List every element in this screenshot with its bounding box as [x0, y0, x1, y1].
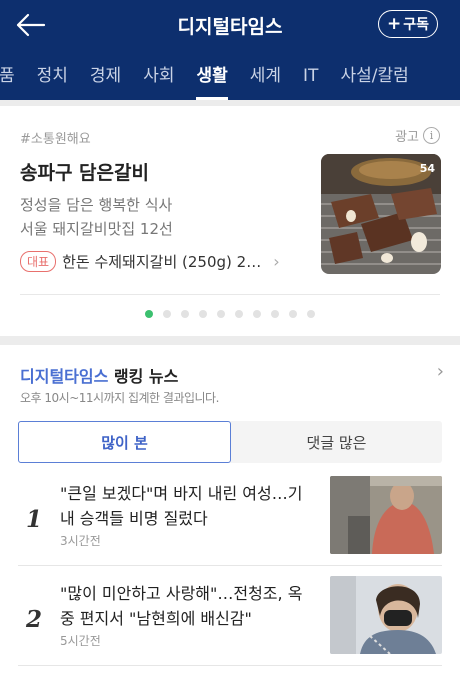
ad-title[interactable]: 송파구 담은갈비 — [20, 158, 149, 185]
carousel-dot[interactable] — [217, 310, 225, 318]
info-icon[interactable]: i — [423, 127, 440, 144]
carousel-indicator — [0, 310, 460, 318]
app-header: 디지털타임스 + 구독 — [0, 0, 460, 52]
news-item[interactable]: 2 "많이 미안하고 사랑해"…전청조, 옥 중 편지서 "남현희에 배신감" … — [18, 576, 442, 662]
subscribe-label: 구독 — [403, 17, 429, 33]
representative-badge: 대표 — [20, 251, 57, 272]
ad-product-name: 한돈 수제돼지갈비 (250g) 2… — [62, 253, 262, 271]
category-nav: 품 정치 경제 사회 생활 세계 IT 사설/칼럼 — [0, 52, 460, 100]
rank-number: 1 — [26, 506, 43, 533]
subscribe-button[interactable]: + 구독 — [378, 10, 438, 38]
carousel-dot[interactable] — [181, 310, 189, 318]
news-headline: "큰일 보겠다"며 바지 내린 여성…기 — [60, 484, 303, 503]
ad-product-link[interactable]: 대표 한돈 수제돼지갈비 (250g) 2… › — [20, 251, 280, 272]
carousel-dot[interactable] — [235, 310, 243, 318]
tab-most-commented[interactable]: 댓글 많은 — [231, 421, 442, 463]
nav-item-it[interactable]: IT — [292, 52, 329, 100]
nav-item-world[interactable]: 세계 — [239, 52, 292, 100]
news-thumbnail[interactable] — [330, 576, 442, 654]
news-timestamp: 5시간전 — [60, 634, 101, 648]
rank-number: 2 — [26, 606, 43, 633]
ranking-title[interactable]: 디지털타임스 랭킹 뉴스 — [20, 363, 178, 387]
chevron-right-icon: › — [273, 252, 280, 271]
nav-item-society[interactable]: 사회 — [132, 52, 185, 100]
nav-item-politics[interactable]: 정치 — [26, 52, 79, 100]
news-headline: "많이 미안하고 사랑해"…전청조, 옥 — [60, 584, 303, 603]
ranking-tabs: 많이 본 댓글 많은 — [18, 421, 442, 463]
ad-label[interactable]: 광고 i — [395, 126, 440, 145]
chevron-right-icon[interactable]: › — [437, 361, 444, 382]
divider — [18, 665, 442, 666]
ad-label-text: 광고 — [395, 130, 419, 145]
nav-item-life[interactable]: 생활 — [185, 52, 238, 100]
ranking-subtitle: 오후 10시~11시까지 집계한 결과입니다. — [20, 391, 219, 405]
ranking-title-brand: 디지털타임스 — [20, 367, 109, 386]
carousel-dot[interactable] — [271, 310, 279, 318]
ad-hashtag: #소통원해요 — [20, 132, 91, 147]
news-headline: 내 승객들 비명 질렀다 — [60, 509, 208, 528]
news-headline: 중 편지서 "남현희에 배신감" — [60, 609, 252, 628]
tab-most-viewed[interactable]: 많이 본 — [18, 421, 231, 463]
image-count: 54 — [419, 162, 435, 175]
carousel-dot[interactable] — [307, 310, 315, 318]
ad-description: 정성을 담은 행복한 식사 — [20, 196, 173, 214]
ad-description: 서울 돼지갈비맛집 12선 — [20, 220, 173, 238]
airplane-cabin-image — [330, 476, 442, 554]
nav-item-economy[interactable]: 경제 — [79, 52, 132, 100]
divider — [20, 294, 440, 295]
woman-with-mask-image — [330, 576, 442, 654]
carousel-dot[interactable] — [289, 310, 297, 318]
ad-image-grilled-ribs[interactable]: 54 — [321, 154, 441, 274]
plus-icon: + — [386, 13, 402, 34]
news-timestamp: 3시간전 — [60, 534, 101, 548]
nav-item-editorial[interactable]: 사설/칼럼 — [329, 52, 419, 100]
news-thumbnail[interactable] — [330, 476, 442, 554]
ranking-news-section: 디지털타임스 랭킹 뉴스 › 오후 10시~11시까지 집계한 결과입니다. 많… — [0, 345, 460, 674]
divider — [18, 565, 442, 566]
ranking-title-text: 랭킹 뉴스 — [108, 367, 179, 386]
nav-item-partial[interactable]: 품 — [0, 52, 26, 100]
carousel-dot[interactable] — [253, 310, 261, 318]
carousel-dot[interactable] — [145, 310, 153, 318]
news-item[interactable]: 1 "큰일 보겠다"며 바지 내린 여성…기 내 승객들 비명 질렀다 3시간전 — [18, 476, 442, 562]
ad-card[interactable]: #소통원해요 광고 i 송파구 담은갈비 정성을 담은 행복한 식사 서울 돼지… — [0, 106, 460, 336]
carousel-dot[interactable] — [163, 310, 171, 318]
carousel-dot[interactable] — [199, 310, 207, 318]
